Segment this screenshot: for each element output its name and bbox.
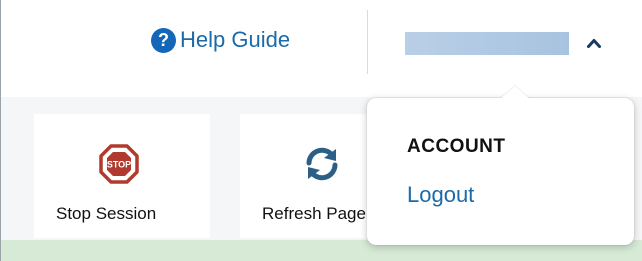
stop-session-label: Stop Session <box>56 204 157 223</box>
refresh-page-label: Refresh Page <box>262 204 366 223</box>
user-menu-toggle[interactable] <box>405 30 605 56</box>
user-name-redacted <box>405 31 569 55</box>
stop-sign-icon: STOP <box>99 144 139 184</box>
page: ? Help Guide STOP Stop Session Refresh P… <box>0 0 642 261</box>
stop-session-button[interactable]: STOP Stop Session <box>34 114 210 238</box>
header-divider <box>367 10 368 74</box>
refresh-icon <box>306 147 338 181</box>
chevron-up-icon <box>587 39 601 48</box>
account-dropdown: ACCOUNT Logout <box>367 86 634 245</box>
account-heading: ACCOUNT <box>407 136 506 157</box>
help-guide-link[interactable]: ? Help Guide <box>151 25 290 55</box>
popover-caret <box>500 86 530 99</box>
logout-link[interactable]: Logout <box>407 182 474 208</box>
help-guide-label: Help Guide <box>180 27 291 52</box>
header: ? Help Guide <box>1 0 642 97</box>
stop-sign-text: STOP <box>107 160 131 170</box>
question-circle-icon: ? <box>151 27 176 53</box>
